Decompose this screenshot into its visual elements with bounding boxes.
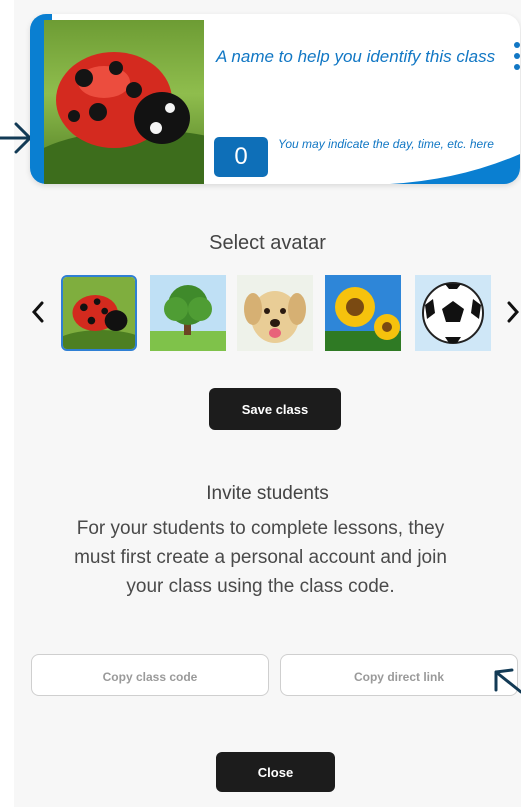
avatar-carousel [0,275,521,351]
pointer-arrow-icon [0,122,33,154]
class-card: A name to help you identify this class 0… [30,14,520,184]
invite-instructions-line: For your students to complete lessons, t… [76,518,445,539]
chevron-right-icon[interactable] [501,295,521,329]
invite-instructions-line: your class using the class code. [126,576,395,597]
invite-students-heading: Invite students [206,483,329,504]
ladybug-photo [44,20,204,184]
class-description-text[interactable]: You may indicate the day, time, etc. her… [278,137,518,152]
student-count-badge: 0 [214,137,268,177]
copy-class-code-button[interactable]: Copy class code [31,654,269,696]
avatar-tree[interactable] [150,275,226,351]
card-corner-wave [390,154,520,184]
copy-direct-link-button[interactable]: Copy direct link [280,654,518,696]
close-button[interactable]: Close [216,752,335,792]
avatar-sunflowers[interactable] [325,275,401,351]
avatar-puppy[interactable] [237,275,313,351]
pointer-arrow-icon [494,668,521,694]
save-class-button[interactable]: Save class [209,388,341,430]
avatar-soccer-ball[interactable] [415,275,491,351]
invite-instructions: For your students to complete lessons, t… [0,514,521,601]
select-avatar-heading: Select avatar [209,232,326,254]
chevron-left-icon[interactable] [26,295,50,329]
invite-instructions-line: must first create a personal account and… [74,547,447,568]
more-vertical-icon[interactable] [510,42,520,72]
avatar-ladybug[interactable] [61,275,137,351]
class-name-text[interactable]: A name to help you identify this class [216,45,506,68]
